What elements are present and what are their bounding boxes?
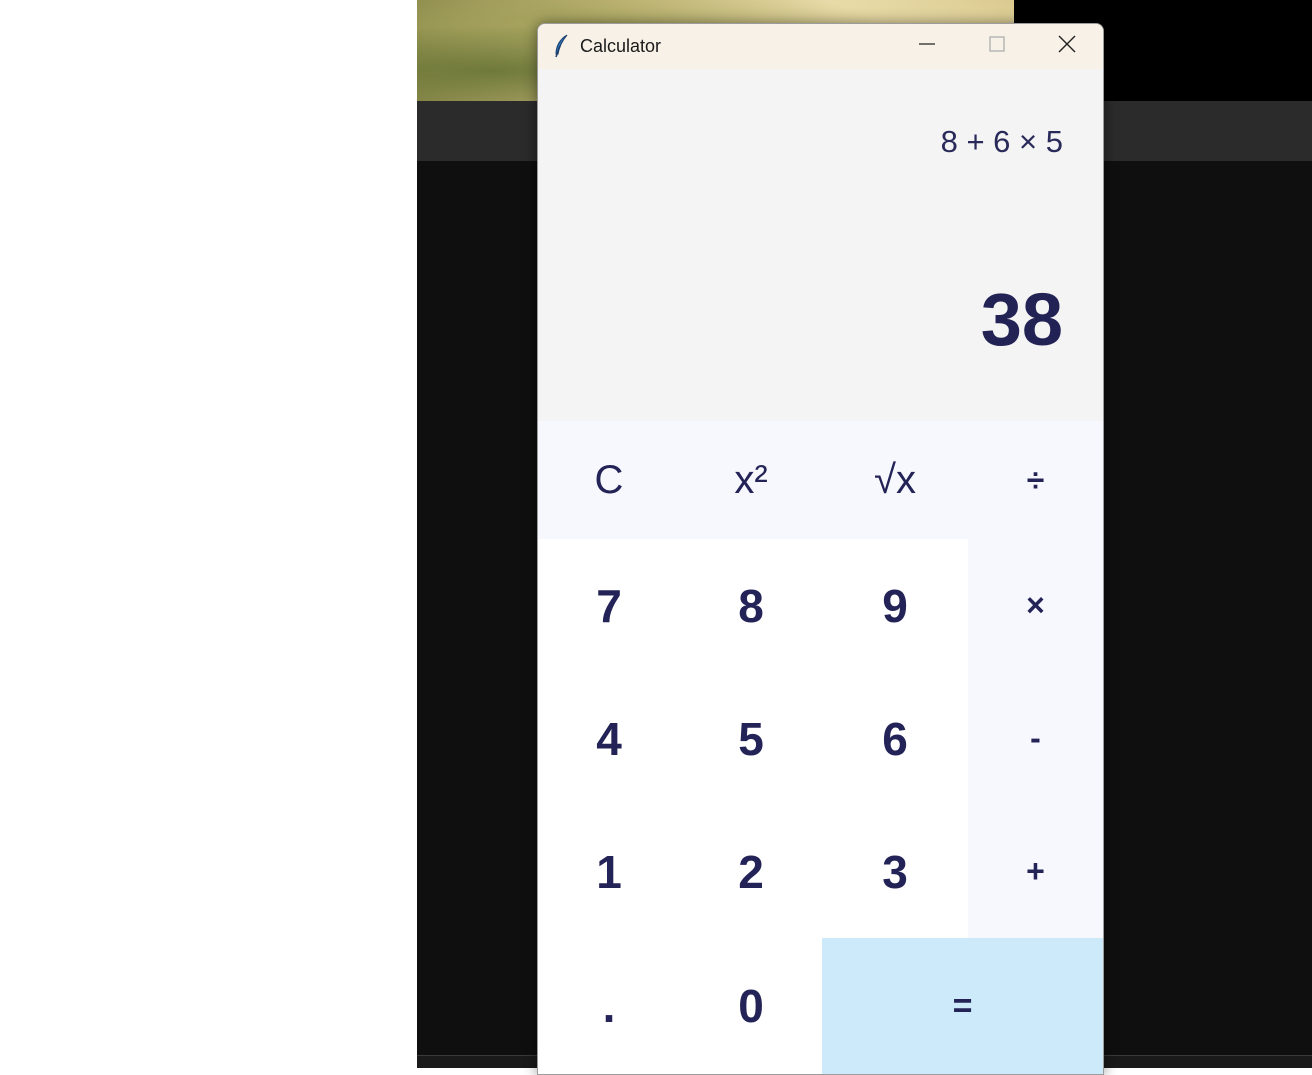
expression-text: 8 + 6 × 5 — [940, 124, 1063, 159]
multiply-button[interactable]: × — [968, 539, 1103, 672]
keypad: C x² √x ÷ 7 8 9 × 4 5 6 - 1 2 3 + . 0 = — [538, 421, 1103, 1074]
square-button[interactable]: x² — [680, 421, 822, 539]
digit-7-button[interactable]: 7 — [538, 539, 680, 672]
digit-1-button[interactable]: 1 — [538, 805, 680, 938]
digit-8-button[interactable]: 8 — [680, 539, 822, 672]
minimize-button[interactable] — [892, 24, 962, 69]
minimize-icon — [918, 35, 936, 58]
clear-button[interactable]: C — [538, 421, 680, 539]
maximize-button[interactable] — [962, 24, 1032, 69]
digit-3-button[interactable]: 3 — [822, 805, 968, 938]
close-icon — [1058, 35, 1076, 58]
subtract-button[interactable]: - — [968, 672, 1103, 805]
add-button[interactable]: + — [968, 805, 1103, 938]
square-root-button[interactable]: √x — [822, 421, 968, 539]
title-bar[interactable]: Calculator — [538, 24, 1103, 69]
calculator-display: 8 + 6 × 5 38 — [538, 69, 1103, 421]
digit-5-button[interactable]: 5 — [680, 672, 822, 805]
calculator-window: Calculator 8 + 6 × 5 38 C x² √x ÷ 7 8 9 … — [537, 23, 1104, 1075]
decimal-button[interactable]: . — [538, 938, 680, 1074]
maximize-icon — [989, 36, 1005, 57]
digit-0-button[interactable]: 0 — [680, 938, 822, 1074]
feather-icon — [552, 34, 572, 58]
equals-button[interactable]: = — [822, 938, 1103, 1074]
close-button[interactable] — [1032, 24, 1102, 69]
window-title: Calculator — [580, 36, 662, 56]
digit-9-button[interactable]: 9 — [822, 539, 968, 672]
digit-2-button[interactable]: 2 — [680, 805, 822, 938]
digit-6-button[interactable]: 6 — [822, 672, 968, 805]
result-text: 38 — [980, 278, 1063, 361]
divide-button[interactable]: ÷ — [968, 421, 1103, 539]
digit-4-button[interactable]: 4 — [538, 672, 680, 805]
